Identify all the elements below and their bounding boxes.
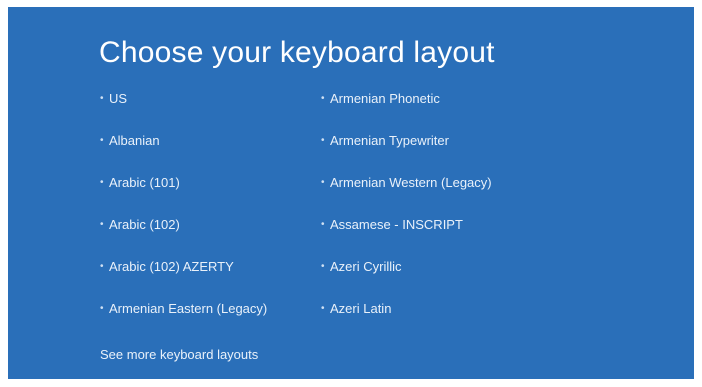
layout-option-label: Assamese - INSCRIPT [330,217,463,232]
layout-option-label: Arabic (101) [109,175,180,190]
bullet-icon: • [100,135,104,146]
bullet-icon: • [321,135,325,146]
layout-option-label: Arabic (102) [109,217,180,232]
layout-option-albanian[interactable]: • Albanian [100,130,267,172]
layout-option-armenian-eastern-legacy[interactable]: • Armenian Eastern (Legacy) [100,298,267,340]
bullet-icon: • [321,303,325,314]
layout-list-left: • US • Albanian • Arabic (101) • Arabic … [100,88,267,340]
layout-option-armenian-phonetic[interactable]: • Armenian Phonetic [321,88,492,130]
layout-option-label: Arabic (102) AZERTY [109,259,234,274]
layout-option-label: US [109,91,128,106]
bullet-icon: • [100,219,104,230]
layout-option-azeri-latin[interactable]: • Azeri Latin [321,298,492,340]
bullet-icon: • [321,93,325,104]
layout-option-label: Azeri Cyrillic [330,259,402,274]
layout-option-armenian-western-legacy[interactable]: • Armenian Western (Legacy) [321,172,492,214]
layout-option-arabic-102-azerty[interactable]: • Arabic (102) AZERTY [100,256,267,298]
layout-option-label: Armenian Phonetic [330,91,440,106]
layout-list-right: • Armenian Phonetic • Armenian Typewrite… [321,88,492,340]
layout-option-assamese-inscript[interactable]: • Assamese - INSCRIPT [321,214,492,256]
bullet-icon: • [100,261,104,272]
bullet-icon: • [100,303,104,314]
layout-option-label: Armenian Eastern (Legacy) [109,301,268,316]
page-title: Choose your keyboard layout [99,36,495,69]
layout-option-label: Armenian Typewriter [330,133,449,148]
layout-option-us[interactable]: • US [100,88,267,130]
see-more-layouts-link[interactable]: See more keyboard layouts [100,345,258,365]
layout-option-armenian-typewriter[interactable]: • Armenian Typewriter [321,130,492,172]
layout-option-arabic-101[interactable]: • Arabic (101) [100,172,267,214]
layout-option-azeri-cyrillic[interactable]: • Azeri Cyrillic [321,256,492,298]
layout-option-label: Azeri Latin [330,301,392,316]
bullet-icon: • [100,177,104,188]
layout-option-arabic-102[interactable]: • Arabic (102) [100,214,267,256]
layout-option-label: Armenian Western (Legacy) [330,175,492,190]
bullet-icon: • [321,177,325,188]
keyboard-layout-screen: Choose your keyboard layout • US • Alban… [8,7,694,379]
bullet-icon: • [321,261,325,272]
bullet-icon: • [100,93,104,104]
layout-option-label: Albanian [109,133,160,148]
bullet-icon: • [321,219,325,230]
